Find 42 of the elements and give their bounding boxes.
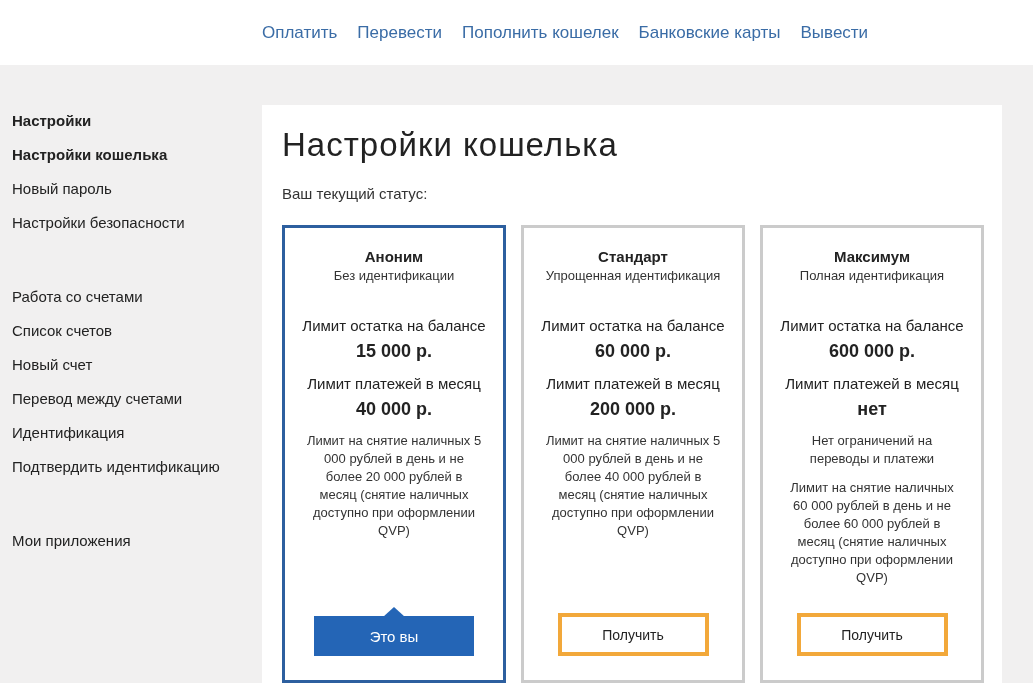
sidebar-section-link[interactable]: Настройки xyxy=(12,104,92,138)
status-subtitle: Упрощенная идентификация xyxy=(545,267,721,285)
nav-link[interactable]: Пополнить кошелек xyxy=(462,22,619,43)
sidebar-link[interactable]: Идентификация xyxy=(12,416,125,450)
limit-value: нет xyxy=(857,398,887,421)
limit-label: Лимит платежей в месяц xyxy=(785,374,959,394)
sidebar-link[interactable]: Список счетов xyxy=(12,314,113,348)
get-button[interactable]: Получить xyxy=(557,613,709,656)
limit-label: Лимит платежей в месяц xyxy=(546,374,720,394)
limit-note: Нет ограничений на переводы и платежи xyxy=(808,432,936,468)
nav-link[interactable]: Оплатить xyxy=(262,22,338,43)
limit-note: Лимит на снятие наличных 5 000 рублей в день и не более 40 000 рублей в месяц (снятие наличных доступно при оформлении QVP) xyxy=(545,432,721,540)
nav-link[interactable]: Вывести xyxy=(800,22,869,43)
limit-label: Лимит остатка на балансе xyxy=(780,316,964,336)
sidebar-link[interactable]: Новый пароль xyxy=(12,172,112,206)
sidebar-section-link[interactable]: Работа со счетами xyxy=(12,280,143,314)
status-name: Аноним xyxy=(364,247,424,267)
limit-label: Лимит остатка на балансе xyxy=(541,316,725,336)
page-title: Настройки кошелька xyxy=(282,125,618,165)
limit-label: Лимит платежей в месяц xyxy=(307,374,481,394)
sidebar-link[interactable]: Новый счет xyxy=(12,348,93,382)
get-button[interactable]: Получить xyxy=(796,613,948,656)
limit-note: Лимит на снятие наличных 5 000 рублей в день и не более 20 000 рублей в месяц (снятие наличных доступно при оформлении QVP) xyxy=(306,432,482,540)
sidebar-link[interactable]: Настройки безопасности xyxy=(12,206,185,240)
sidebar-link[interactable]: Настройки кошелька xyxy=(12,138,168,172)
limit-value: 200 000 р. xyxy=(589,398,677,421)
limit-value: 600 000 р. xyxy=(828,340,916,363)
nav-link[interactable]: Перевести xyxy=(357,22,443,43)
sidebar-section-link[interactable]: Мои приложения xyxy=(12,524,131,558)
status-name: Максимум xyxy=(833,247,910,267)
limit-note: Лимит на снятие наличных 60 000 рублей в день и не более 60 000 рублей в месяц (снятие наличных доступно при оформлении QVP) xyxy=(789,479,955,587)
status-subtitle: Полная идентификация xyxy=(799,267,945,285)
limit-value: 15 000 р. xyxy=(355,340,433,363)
nav-link[interactable]: Банковские карты xyxy=(638,22,781,43)
limit-value: 40 000 р. xyxy=(355,398,433,421)
status-name: Стандарт xyxy=(598,247,668,267)
sidebar-link[interactable]: Перевод между счетами xyxy=(12,382,183,416)
sidebar-link[interactable]: Подтвердить идентификацию xyxy=(12,450,220,484)
limit-label: Лимит остатка на балансе xyxy=(302,316,486,336)
limit-value: 60 000 р. xyxy=(594,340,672,363)
status-label: Ваш текущий статус: xyxy=(282,185,428,203)
status-subtitle: Без идентификации xyxy=(333,267,455,285)
